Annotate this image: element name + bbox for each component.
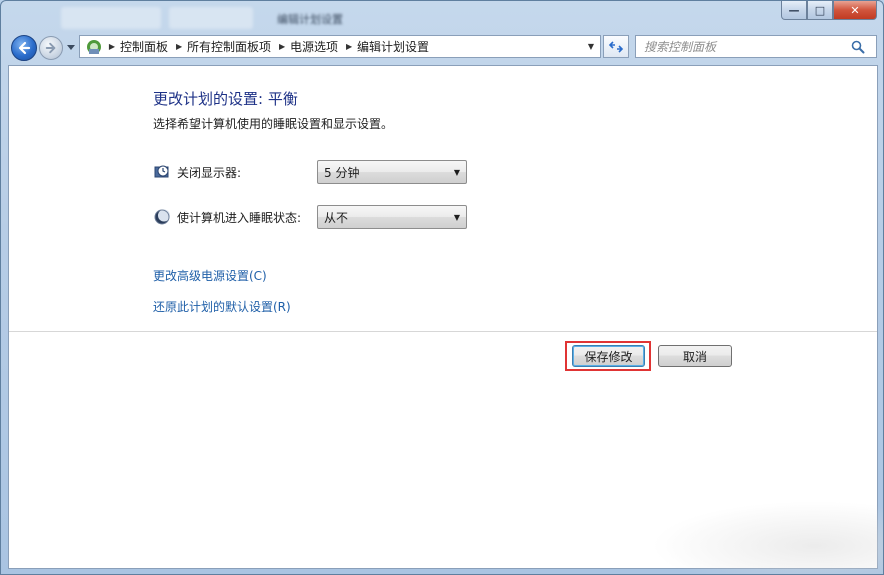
page-description: 选择希望计算机使用的睡眠设置和显示设置。 [153,117,394,131]
breadcrumb-separator-icon[interactable]: ▶ [172,42,186,51]
maximize-button[interactable]: □ [807,1,833,20]
arrow-right-icon [45,42,56,54]
window-title: 编辑计划设置 [277,13,343,26]
chevron-down-icon: ▼ [453,212,460,222]
recent-pages-button[interactable] [65,41,77,55]
blurred-tab [61,7,161,29]
breadcrumb-separator-icon[interactable]: ▶ [105,42,119,51]
breadcrumb-all-items[interactable]: 所有控制面板项 [186,38,275,55]
back-button[interactable] [11,35,37,61]
search-icon[interactable] [846,37,870,57]
setting-label-display: 关闭显示器: [177,165,242,180]
divider [9,331,877,332]
caption-buttons: — □ ✕ [781,1,877,21]
moon-icon [153,208,171,226]
breadcrumb-power-options[interactable]: 电源选项 [289,38,342,55]
search-input[interactable] [636,36,846,57]
breadcrumb-edit-plan[interactable]: 编辑计划设置 [356,38,433,55]
window-frame: 编辑计划设置 — □ ✕ ▶ 控制面板 ▶ 所有控制面板项 ▶ 电源选项 ▶ 编… [0,0,884,575]
address-dropdown-button[interactable]: ▼ [582,36,600,57]
search-box[interactable] [635,35,877,58]
watermark-blob [651,501,883,574]
blurred-tab [169,7,253,29]
content-pane: 更改计划的设置: 平衡 选择希望计算机使用的睡眠设置和显示设置。 关闭显示器: … [8,65,878,569]
setting-sleep: 使计算机进入睡眠状态: [153,204,301,230]
restore-defaults-link[interactable]: 还原此计划的默认设置(R) [153,298,291,315]
display-off-value: 5 分钟 [324,165,360,180]
sleep-value: 从不 [324,210,349,225]
breadcrumb-separator-icon[interactable]: ▶ [275,42,289,51]
setting-label-sleep: 使计算机进入睡眠状态: [177,210,302,225]
arrow-left-icon [18,41,31,55]
sleep-select[interactable]: 从不 ▼ [317,205,467,229]
chevron-down-icon [67,45,75,50]
breadcrumb-control-panel[interactable]: 控制面板 [119,38,172,55]
forward-button[interactable] [39,36,63,60]
page-title: 更改计划的设置: 平衡 [153,90,298,108]
chevron-down-icon: ▼ [453,167,460,177]
refresh-icon [608,40,624,53]
advanced-power-settings-link[interactable]: 更改高级电源设置(C) [153,267,267,284]
display-off-select[interactable]: 5 分钟 ▼ [317,160,467,184]
control-panel-icon [83,37,105,57]
breadcrumb-separator-icon[interactable]: ▶ [342,42,356,51]
maximize-icon: □ [814,3,826,17]
close-button[interactable]: ✕ [833,1,877,20]
cancel-button[interactable]: 取消 [658,345,732,367]
title-bar: 编辑计划设置 — □ ✕ [1,1,883,31]
minimize-icon: — [788,3,800,17]
chevron-down-icon: ▼ [587,42,595,51]
monitor-clock-icon [153,163,171,181]
minimize-button[interactable]: — [781,1,807,20]
navigation-bar: ▶ 控制面板 ▶ 所有控制面板项 ▶ 电源选项 ▶ 编辑计划设置 ▼ [1,31,883,63]
address-bar[interactable]: ▶ 控制面板 ▶ 所有控制面板项 ▶ 电源选项 ▶ 编辑计划设置 ▼ [79,35,601,58]
setting-display-off: 关闭显示器: [153,159,241,185]
save-button[interactable]: 保存修改 [572,345,645,367]
refresh-button[interactable] [603,35,629,58]
close-icon: ✕ [850,3,860,17]
